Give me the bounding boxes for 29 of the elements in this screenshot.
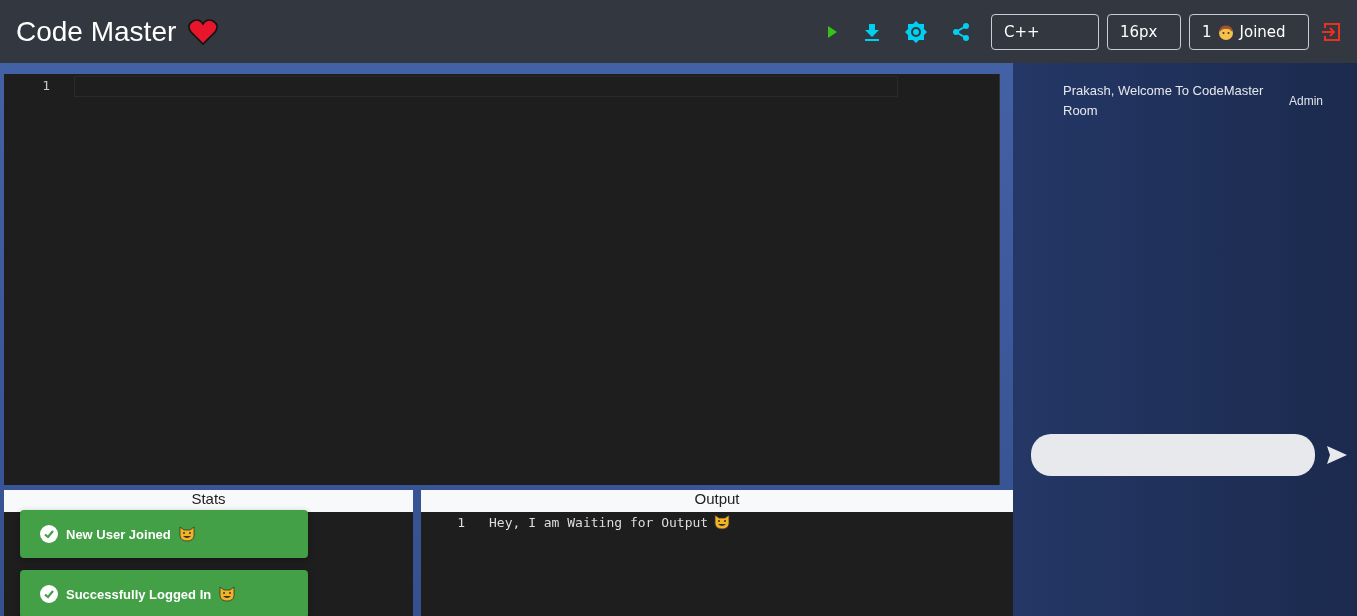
chat-message: Prakash, Welcome To CodeMaster Room	[1063, 82, 1265, 120]
font-size-select[interactable]: 16px	[1107, 13, 1181, 50]
line-number: 1	[456, 514, 465, 530]
run-button[interactable]	[825, 24, 839, 39]
cat-face-icon	[178, 526, 195, 542]
joined-label: Joined	[1239, 22, 1286, 41]
check-circle-icon	[40, 525, 58, 543]
app-title: Code Master	[16, 15, 177, 48]
line-number: 1	[41, 78, 50, 95]
chat-input[interactable]	[1031, 434, 1315, 476]
download-button[interactable]	[863, 22, 881, 41]
joined-count: 1	[1202, 22, 1212, 41]
code-editor[interactable]: 1	[4, 74, 1000, 485]
panel-title: Output	[421, 490, 1013, 512]
boy-face-icon	[1217, 23, 1234, 40]
send-button[interactable]	[1327, 446, 1347, 464]
heart-icon	[188, 17, 219, 46]
share-button[interactable]	[951, 21, 971, 42]
language-select[interactable]: C++	[991, 13, 1099, 50]
toast-message: New User Joined	[66, 526, 171, 542]
settings-button[interactable]	[905, 20, 927, 43]
cat-face-icon	[714, 514, 731, 530]
toast-message: Successfully Logged In	[66, 586, 212, 602]
check-circle-icon	[40, 585, 58, 603]
panel-title: Stats	[4, 490, 413, 512]
logout-button[interactable]	[1321, 21, 1341, 42]
output-text: Hey, I am Waiting for Output	[489, 514, 709, 530]
cat-face-icon	[219, 586, 236, 602]
message-sender: Admin	[1289, 94, 1323, 108]
